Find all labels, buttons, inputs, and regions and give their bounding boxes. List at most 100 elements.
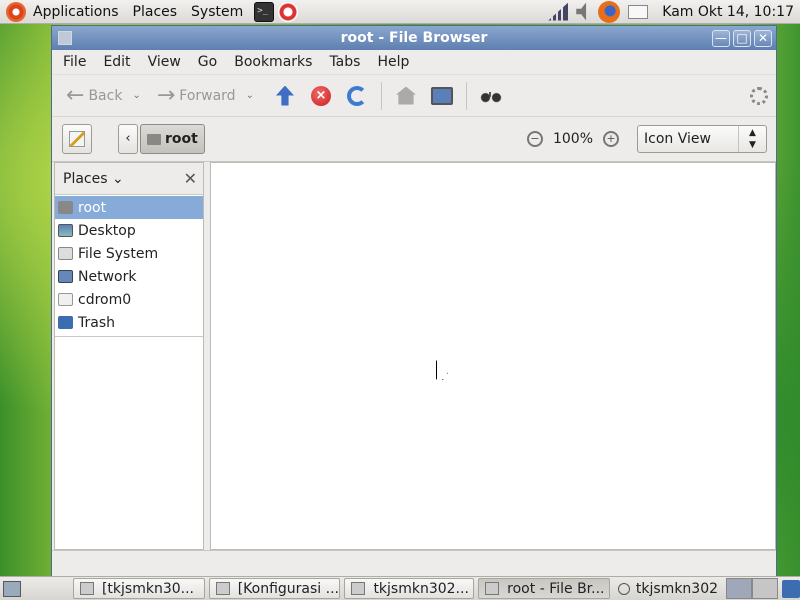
location-bar: ‹ root − 100% + Icon View ▲ ▼ bbox=[52, 116, 776, 162]
forward-arrow-icon: → bbox=[156, 83, 176, 108]
binoculars-search-icon bbox=[479, 87, 502, 104]
up-button[interactable] bbox=[272, 83, 298, 109]
trash-applet-icon[interactable] bbox=[782, 579, 800, 598]
sidebar-item-label: root bbox=[78, 199, 107, 216]
taskbar-item[interactable]: [Konfigurasi ... bbox=[208, 578, 341, 599]
titlebar[interactable]: root - File Browser — □ ✕ bbox=[52, 26, 776, 50]
view-mode-select[interactable]: Icon View ▲ ▼ bbox=[637, 125, 767, 153]
taskbar-item[interactable]: tkjsmkn302... bbox=[344, 578, 475, 599]
menu-edit[interactable]: Edit bbox=[92, 54, 136, 70]
menu-view[interactable]: View bbox=[137, 54, 187, 70]
places-list: root Desktop File System Network cdrom0 bbox=[55, 195, 203, 334]
places-sidebar: Places ⌄ ✕ root Desktop File System Netw… bbox=[54, 162, 204, 550]
task-label: [tkjsmkn30... bbox=[101, 580, 194, 597]
minimize-icon[interactable]: — bbox=[712, 29, 730, 47]
toggle-location-entry-button[interactable] bbox=[62, 124, 92, 154]
workspace-2[interactable] bbox=[752, 578, 779, 599]
toolbar-separator bbox=[465, 81, 467, 110]
file-browser-window: root - File Browser — □ ✕ File Edit View… bbox=[51, 25, 777, 577]
close-icon[interactable]: ✕ bbox=[754, 29, 772, 47]
file-icon-view[interactable] bbox=[210, 162, 776, 550]
help-launcher-icon[interactable] bbox=[278, 1, 299, 22]
signal-icon[interactable] bbox=[548, 2, 569, 21]
ubuntu-logo-icon[interactable] bbox=[6, 1, 26, 22]
sidebar-type-selector[interactable]: Places ⌄ bbox=[63, 171, 124, 187]
firefox-icon[interactable] bbox=[598, 0, 621, 23]
top-panel: Applications Places System Kam Okt 14, 1… bbox=[0, 0, 800, 24]
volume-icon[interactable] bbox=[576, 2, 587, 21]
content-area: Places ⌄ ✕ root Desktop File System Netw… bbox=[52, 162, 776, 550]
menubar: File Edit View Go Bookmarks Tabs Help bbox=[52, 50, 776, 74]
sidebar-item-file-system[interactable]: File System bbox=[55, 242, 203, 265]
stop-icon: × bbox=[310, 85, 331, 106]
sidebar-item-cdrom0[interactable]: cdrom0 bbox=[55, 288, 203, 311]
view-mode-value: Icon View bbox=[644, 131, 711, 147]
sidebar-item-label: Desktop bbox=[78, 222, 136, 239]
menu-go[interactable]: Go bbox=[187, 54, 223, 70]
statusbar bbox=[52, 550, 776, 576]
cdrom-icon bbox=[58, 293, 73, 306]
computer-button[interactable] bbox=[429, 83, 455, 109]
forward-history-chevron-icon[interactable]: ⌄ bbox=[246, 90, 254, 101]
menu-bookmarks[interactable]: Bookmarks bbox=[223, 54, 318, 70]
sidebar-item-label: cdrom0 bbox=[78, 291, 132, 308]
home-icon bbox=[395, 86, 416, 105]
mail-icon[interactable] bbox=[628, 4, 649, 19]
menu-places[interactable]: Places bbox=[126, 4, 185, 20]
taskbar-item[interactable]: [tkjsmkn30... bbox=[72, 578, 205, 599]
menu-applications[interactable]: Applications bbox=[26, 4, 126, 20]
home-button[interactable] bbox=[393, 83, 419, 109]
zoom-out-icon[interactable]: − bbox=[526, 131, 543, 147]
close-sidebar-icon[interactable]: ✕ bbox=[184, 169, 197, 188]
back-history-chevron-icon[interactable]: ⌄ bbox=[132, 90, 140, 101]
sidebar-item-root[interactable]: root bbox=[55, 196, 203, 219]
menu-file[interactable]: File bbox=[52, 54, 92, 70]
toolbar-separator bbox=[380, 81, 382, 110]
path-button-root[interactable]: root bbox=[140, 124, 205, 154]
path-scroll-left-button[interactable]: ‹ bbox=[118, 124, 138, 154]
top-menu: Applications Places System bbox=[26, 0, 250, 24]
user-name: tkjsmkn302 bbox=[635, 580, 719, 597]
sidebar-item-label: Network bbox=[78, 268, 137, 285]
workspace-switcher bbox=[726, 578, 779, 599]
zoom-in-icon[interactable]: + bbox=[603, 131, 619, 147]
edit-pen-icon bbox=[69, 131, 85, 147]
window-title: root - File Browser bbox=[340, 30, 488, 46]
workspace-1[interactable] bbox=[726, 578, 753, 599]
task-label: root - File Br... bbox=[507, 580, 605, 597]
path-button-label: root bbox=[165, 131, 198, 147]
user-switcher[interactable]: tkjsmkn302 bbox=[617, 580, 719, 597]
home-folder-icon bbox=[147, 133, 161, 145]
show-desktop-icon[interactable] bbox=[3, 580, 21, 597]
bottom-panel: [tkjsmkn30... [Konfigurasi ... tkjsmkn30… bbox=[0, 576, 800, 600]
forward-label: Forward bbox=[179, 87, 236, 104]
clock[interactable]: Kam Okt 14, 10:17 bbox=[662, 4, 794, 20]
terminal-icon bbox=[351, 582, 366, 595]
stop-button[interactable]: × bbox=[308, 83, 334, 109]
menu-help[interactable]: Help bbox=[366, 54, 415, 70]
maximize-icon[interactable]: □ bbox=[733, 29, 751, 47]
forward-button[interactable]: → Forward ⌄ bbox=[153, 80, 258, 112]
back-label: Back bbox=[88, 87, 123, 104]
sidebar-item-label: File System bbox=[78, 245, 159, 262]
system-tray: Kam Okt 14, 10:17 bbox=[544, 0, 800, 24]
sidebar-item-desktop[interactable]: Desktop bbox=[55, 219, 203, 242]
sidebar-item-label: Trash bbox=[78, 314, 115, 331]
search-button[interactable] bbox=[478, 83, 504, 109]
zoom-level: 100% bbox=[552, 131, 593, 147]
reload-button[interactable] bbox=[344, 83, 370, 109]
menu-system[interactable]: System bbox=[184, 4, 250, 20]
menu-tabs[interactable]: Tabs bbox=[318, 54, 366, 70]
taskbar-item-active[interactable]: root - File Br... bbox=[478, 578, 610, 599]
activity-spinner-icon bbox=[750, 86, 768, 105]
task-label: [Konfigurasi ... bbox=[237, 580, 339, 597]
back-button[interactable]: ← Back ⌄ bbox=[62, 80, 145, 112]
document-icon bbox=[215, 582, 230, 595]
sidebar-item-trash[interactable]: Trash bbox=[55, 311, 203, 334]
drive-icon bbox=[58, 247, 73, 260]
sidebar-item-network[interactable]: Network bbox=[55, 265, 203, 288]
file-browser-icon bbox=[485, 582, 500, 595]
terminal-launcher-icon[interactable] bbox=[254, 1, 275, 22]
toolbar: ← Back ⌄ → Forward ⌄ × bbox=[52, 74, 776, 116]
window-controls: — □ ✕ bbox=[712, 29, 772, 47]
